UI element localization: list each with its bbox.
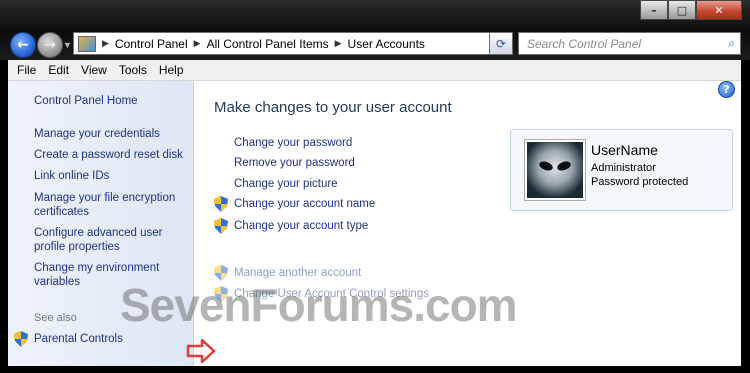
user-account-card: UserName Administrator Password protecte… (510, 129, 733, 211)
back-button[interactable]: ← (10, 32, 36, 58)
menu-bar: File Edit View Tools Help (8, 60, 741, 81)
password-reset-disk-link[interactable]: Create a password reset disk (34, 148, 184, 162)
breadcrumb-user-accounts[interactable]: User Accounts (348, 37, 425, 51)
change-password-link[interactable]: Change your password (234, 137, 352, 149)
user-role: Administrator (591, 162, 656, 174)
refresh-button[interactable]: ⟳ (489, 32, 513, 55)
help-icon[interactable]: ? (718, 81, 735, 98)
advanced-profile-link[interactable]: Configure advanced user profile properti… (34, 226, 184, 254)
control-panel-icon (78, 35, 96, 52)
close-button[interactable]: ✕ (696, 0, 742, 20)
environment-variables-link[interactable]: Change my environment variables (34, 261, 184, 289)
breadcrumb-all-items[interactable]: All Control Panel Items (207, 37, 329, 51)
red-arrow-icon (186, 339, 216, 363)
breadcrumb-chevron-icon[interactable]: ▶ (335, 38, 342, 49)
menu-file[interactable]: File (17, 63, 36, 77)
uac-shield-icon (214, 265, 228, 281)
minimize-button[interactable]: – (640, 0, 668, 20)
search-box[interactable]: ⌕ (518, 32, 741, 55)
maximize-button[interactable]: □ (668, 0, 696, 20)
menu-help[interactable]: Help (159, 63, 184, 77)
main-pane: ? Make changes to your user account Chan… (194, 81, 741, 366)
uac-shield-icon (14, 331, 28, 347)
user-name: UserName (591, 142, 658, 158)
caption-buttons: – □ ✕ (640, 0, 742, 20)
uac-shield-icon (214, 286, 228, 302)
search-input[interactable] (525, 35, 719, 52)
page-title: Make changes to your user account (214, 99, 452, 116)
menu-view[interactable]: View (81, 63, 107, 77)
remove-password-link[interactable]: Remove your password (234, 157, 355, 169)
uac-settings-link[interactable]: Change User Account Control settings (234, 288, 429, 300)
change-picture-link[interactable]: Change your picture (234, 178, 338, 190)
menu-tools[interactable]: Tools (119, 63, 147, 77)
title-bar: – □ ✕ ← → ▼ ▶ Control Panel ▶ All Contro… (0, 0, 750, 60)
breadcrumb-control-panel[interactable]: Control Panel (115, 37, 188, 51)
link-online-ids-link[interactable]: Link online IDs (34, 169, 184, 183)
address-bar[interactable]: ▶ Control Panel ▶ All Control Panel Item… (73, 32, 513, 55)
content-area: Control Panel Home Manage your credentia… (8, 81, 741, 366)
manage-credentials-link[interactable]: Manage your credentials (34, 127, 184, 141)
control-panel-home-link[interactable]: Control Panel Home (34, 94, 184, 108)
control-panel-window: – □ ✕ ← → ▼ ▶ Control Panel ▶ All Contro… (0, 0, 750, 373)
user-avatar[interactable] (525, 140, 585, 200)
breadcrumb-chevron-icon[interactable]: ▶ (194, 38, 201, 49)
recent-pages-dropdown-icon[interactable]: ▼ (63, 40, 72, 50)
password-status: Password protected (591, 176, 689, 188)
manage-another-account-link[interactable]: Manage another account (234, 267, 361, 279)
menu-edit[interactable]: Edit (48, 63, 69, 77)
change-account-name-link[interactable]: Change your account name (234, 198, 375, 210)
forward-button[interactable]: → (37, 32, 63, 58)
file-encryption-link[interactable]: Manage your file encryption certificates (34, 191, 184, 219)
search-icon[interactable]: ⌕ (728, 36, 735, 51)
see-also-label: See also (34, 312, 77, 324)
breadcrumb-chevron-icon[interactable]: ▶ (102, 38, 109, 49)
left-task-pane: Control Panel Home Manage your credentia… (8, 81, 194, 366)
uac-shield-icon (214, 218, 228, 234)
uac-shield-icon (214, 196, 228, 212)
parental-controls-link[interactable]: Parental Controls (34, 332, 184, 346)
change-account-type-link[interactable]: Change your account type (234, 220, 368, 232)
